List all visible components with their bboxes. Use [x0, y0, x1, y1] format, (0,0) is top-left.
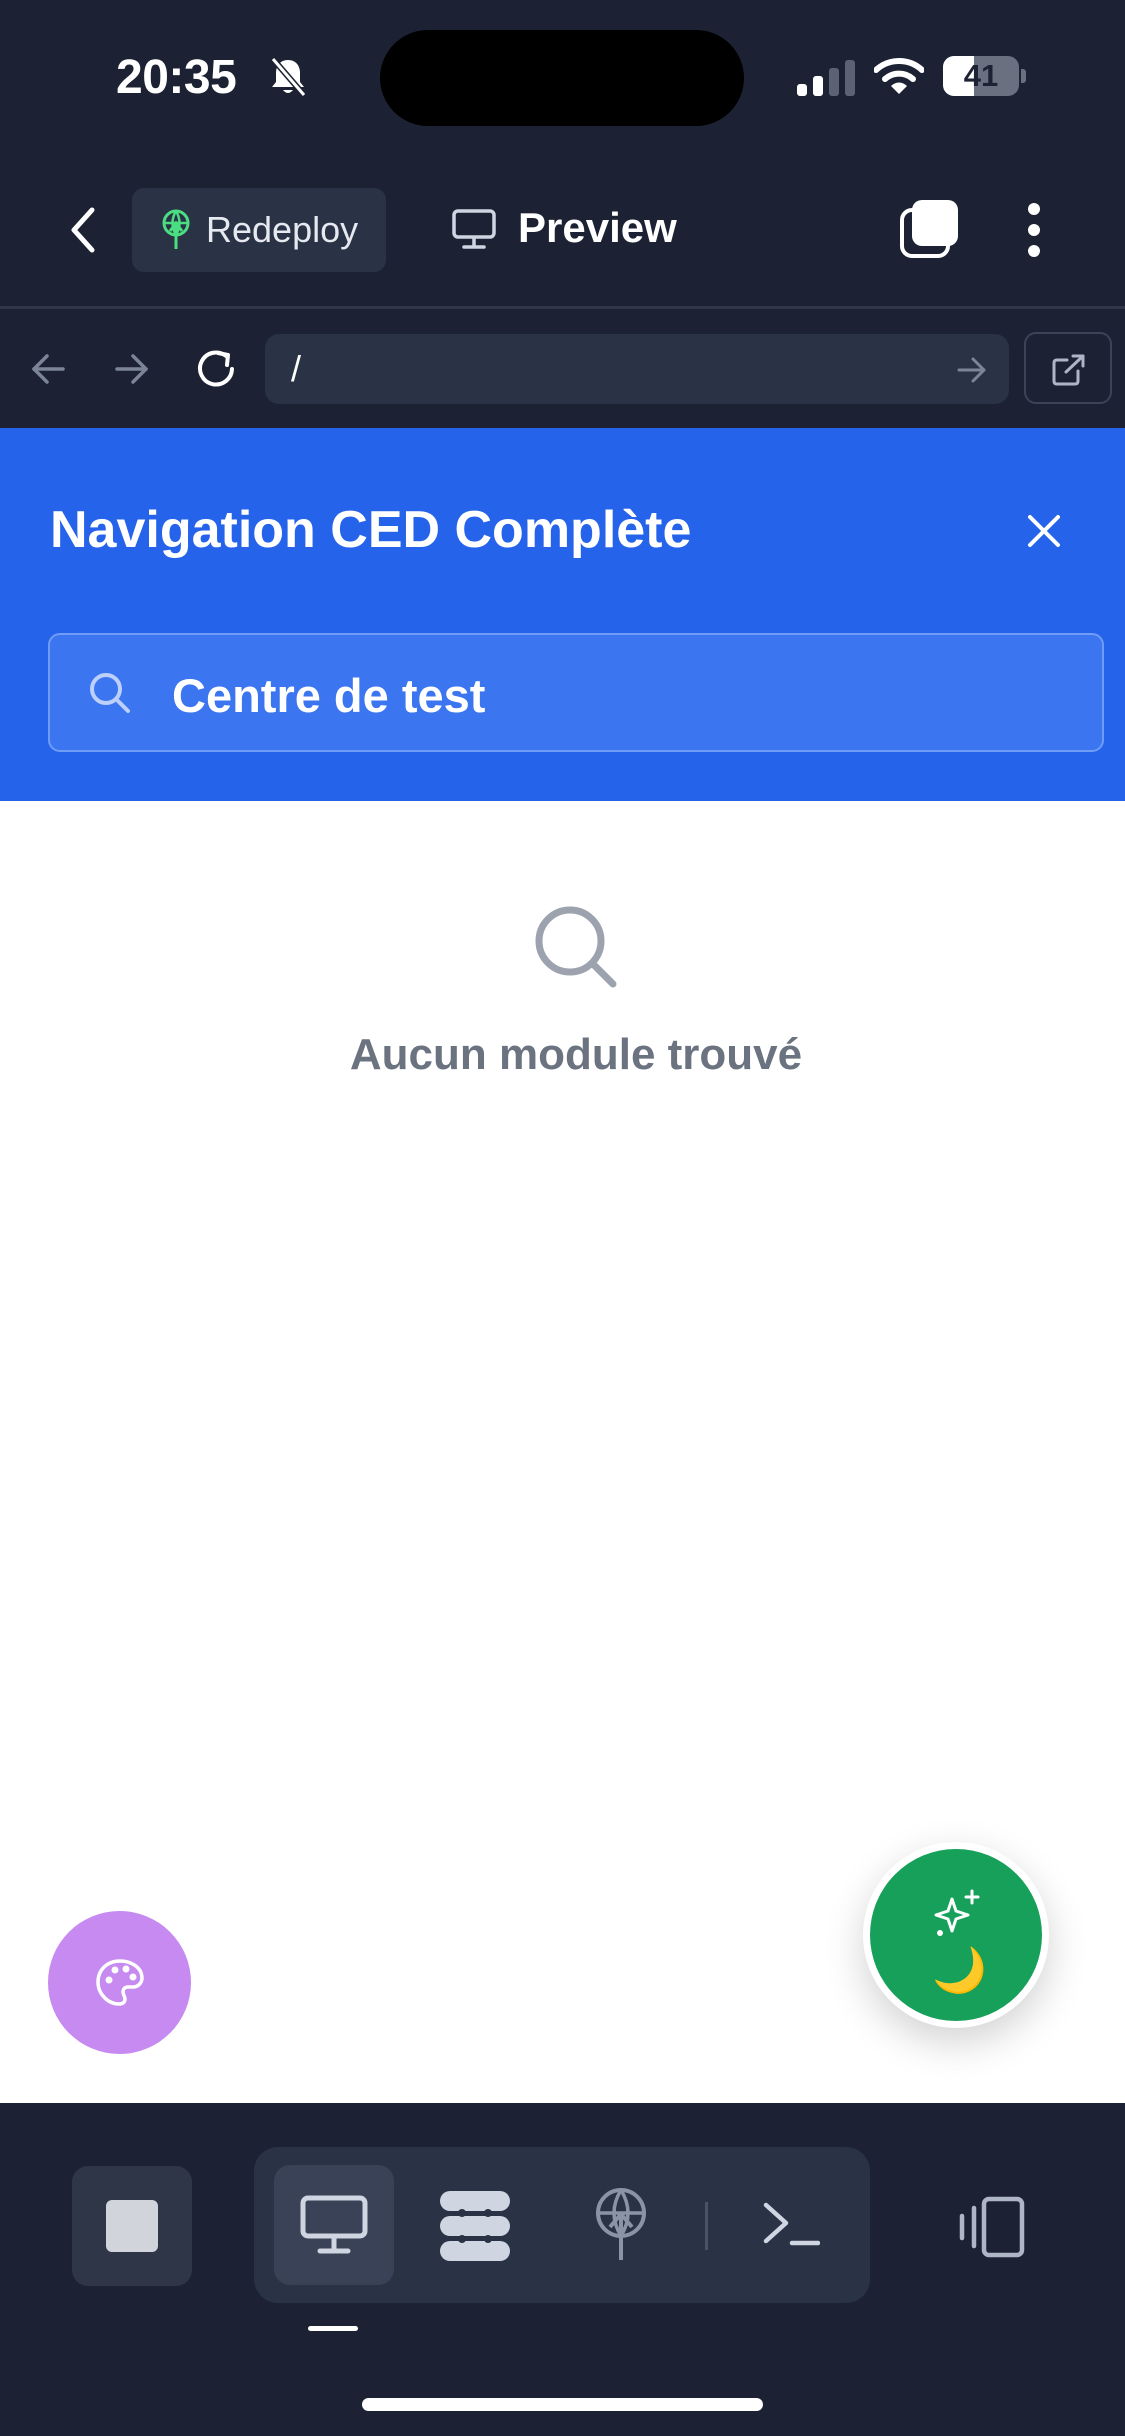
stop-icon [106, 2200, 158, 2252]
stop-button[interactable] [72, 2166, 192, 2286]
dynamic-island [380, 30, 744, 126]
url-text: / [291, 348, 302, 389]
dots-grid-icon[interactable] [438, 2189, 512, 2263]
battery-icon: 41 [943, 56, 1026, 96]
deploy-antenna-icon [162, 209, 190, 249]
wifi-icon [874, 58, 924, 94]
preview-label[interactable]: Preview [518, 204, 677, 252]
panel-title: Navigation CED Complète [50, 501, 692, 559]
battery-percent: 41 [963, 58, 999, 93]
more-vertical-icon[interactable] [1026, 202, 1042, 258]
terminal-icon[interactable] [762, 2199, 820, 2249]
deploy-antenna-icon[interactable] [592, 2187, 650, 2263]
view-preview-tab[interactable] [274, 2165, 394, 2285]
moon-icon: 🌙 [932, 1946, 987, 1995]
monitor-icon[interactable] [451, 208, 497, 250]
tabs-icon[interactable] [898, 198, 960, 260]
ai-assistant-button[interactable]: 🌙 [863, 1842, 1049, 2028]
device-rotate-icon[interactable] [958, 2196, 1028, 2258]
search-input[interactable]: Centre de test [48, 633, 1104, 752]
home-indicator[interactable] [362, 2398, 763, 2411]
palette-button[interactable] [48, 1911, 191, 2054]
close-icon[interactable] [1026, 513, 1062, 549]
palette-icon [96, 1959, 144, 2006]
view-switcher [254, 2147, 870, 2303]
divider [0, 306, 1125, 309]
arrow-left-icon[interactable] [30, 352, 66, 386]
search-value: Centre de test [172, 669, 486, 722]
signal-icon [797, 60, 855, 96]
empty-state-message: Aucun module trouvé [349, 1030, 803, 1079]
search-icon [90, 673, 130, 713]
empty-search-icon [535, 906, 617, 988]
open-external-button[interactable] [1024, 332, 1112, 404]
external-link-icon [1052, 354, 1085, 386]
monitor-icon [300, 2195, 368, 2254]
sparkles-icon [934, 1889, 980, 1936]
toolbar-separator [705, 2202, 708, 2250]
arrow-right-icon[interactable] [114, 352, 150, 386]
reload-icon[interactable] [194, 347, 240, 391]
redeploy-label: Redeploy [206, 209, 359, 250]
redeploy-button[interactable]: Redeploy [132, 188, 386, 272]
status-time: 20:35 [116, 51, 237, 104]
bell-slash-icon [270, 57, 307, 97]
active-tab-indicator [308, 2326, 358, 2331]
go-arrow-icon[interactable] [957, 356, 987, 384]
chevron-left-icon[interactable] [66, 206, 100, 254]
url-field[interactable]: / [265, 334, 1009, 404]
